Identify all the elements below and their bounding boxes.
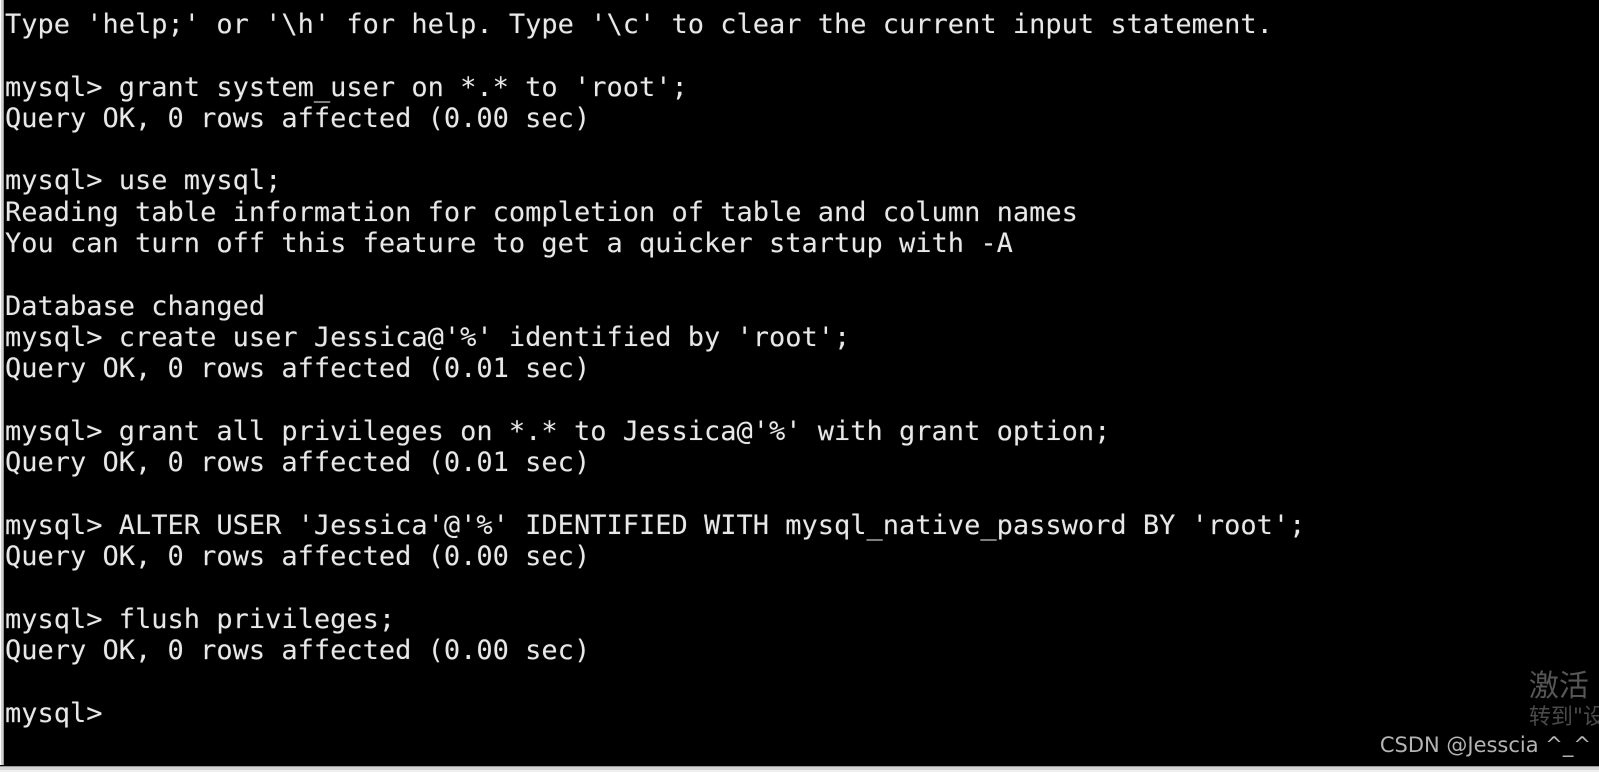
terminal-line: Query OK, 0 rows affected (0.00 sec) [5, 102, 591, 134]
terminal-screen[interactable]: Type 'help;' or '\h' for help. Type '\c'… [5, 0, 1599, 766]
terminal-line: Type 'help;' or '\h' for help. Type '\c'… [5, 9, 1273, 40]
activation-title: 激活 [1528, 669, 1589, 705]
terminal-line: Query OK, 0 rows affected (0.00 sec) [5, 634, 591, 666]
terminal-line: Query OK, 0 rows affected (0.01 sec) [5, 447, 591, 479]
console-output: Type 'help;' or '\h' for help. Type '\c'… [5, 9, 1305, 729]
csdn-credit-watermark: CSDN @Jesscia ^_^ [1379, 733, 1591, 757]
terminal-line: Query OK, 0 rows affected (0.00 sec) [5, 541, 591, 573]
terminal-line: Query OK, 0 rows affected (0.01 sec) [5, 353, 591, 385]
terminal-line: mysql> flush privileges; [5, 603, 396, 635]
window-frame-bottom-edge [0, 765, 1599, 772]
terminal-line: You can turn off this feature to get a q… [5, 228, 1013, 260]
terminal-line: mysql> grant all privileges on *.* to Je… [5, 415, 1111, 447]
terminal-line: mysql> use mysql; [5, 165, 282, 197]
terminal-line: mysql> [5, 697, 103, 729]
terminal-line: mysql> create user Jessica@'%' identifie… [5, 321, 851, 353]
terminal-line: mysql> ALTER USER 'Jessica'@'%' IDENTIFI… [5, 509, 1306, 541]
terminal-line: mysql> grant system_user on *.* to 'root… [5, 71, 688, 103]
windows-activation-watermark: 激活 转到"设 [1529, 670, 1599, 730]
terminal-line: Database changed [5, 290, 266, 322]
terminal-line: Reading table information for completion… [5, 196, 1078, 228]
activation-subtitle: 转到"设 [1528, 704, 1599, 730]
terminal-window[interactable]: Type 'help;' or '\h' for help. Type '\c'… [0, 0, 1599, 772]
